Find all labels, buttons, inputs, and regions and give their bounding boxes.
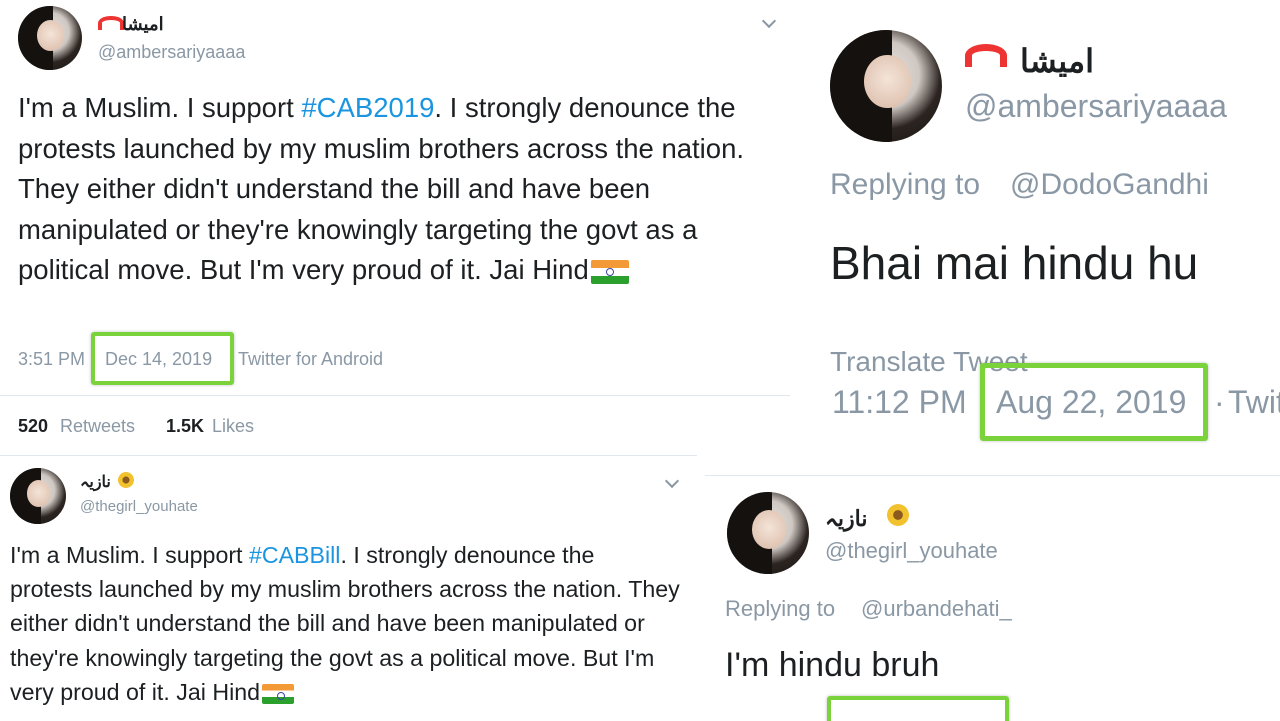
india-flag-emoji-icon — [590, 259, 629, 284]
tweet-source-link[interactable]: Twit — [1228, 384, 1280, 421]
avatar[interactable] — [830, 30, 942, 142]
retweets-label[interactable]: Retweets — [60, 416, 135, 437]
user-handle[interactable]: @ambersariyaaaa — [965, 88, 1227, 125]
rainbow-emoji-icon — [98, 16, 124, 30]
user-handle[interactable]: @ambersariyaaaa — [98, 42, 245, 63]
date-highlight-box — [827, 696, 1009, 721]
tweet-text: Bhai mai hindu hu — [830, 237, 1199, 289]
avatar[interactable] — [727, 492, 809, 574]
chevron-down-icon[interactable] — [664, 473, 680, 489]
separator-dot: · — [1214, 384, 1225, 420]
replying-to-link[interactable]: @urbandehati_ — [861, 596, 1012, 622]
avatar[interactable] — [10, 468, 66, 524]
tweet-text-start: I'm a Muslim. I support — [10, 542, 249, 568]
divider — [0, 395, 790, 396]
tweet-panel-bottom-left: نازیہ @thegirl_youhate I'm a Muslim. I s… — [0, 455, 697, 721]
tweet-text: I'm a Muslim. I support #CABBill. I stro… — [10, 538, 680, 709]
retweets-count[interactable]: 520 — [18, 416, 48, 437]
tweet-panel-top-left: امیشا @ambersariyaaaa I'm a Muslim. I su… — [0, 0, 790, 455]
likes-count[interactable]: 1.5K — [166, 416, 204, 437]
tweet-text: I'm hindu bruh — [725, 646, 940, 684]
tweet-text: I'm a Muslim. I support #CAB2019. I stro… — [18, 88, 778, 291]
avatar[interactable] — [18, 6, 82, 70]
display-name[interactable]: امیشا — [1020, 42, 1094, 80]
india-flag-emoji-icon — [262, 683, 295, 704]
tweet-time[interactable]: 11:12 PM — [832, 384, 967, 421]
date-highlight-box — [980, 363, 1208, 441]
rainbow-emoji-icon — [965, 44, 1007, 67]
hashtag-link[interactable]: #CABBill — [249, 542, 341, 568]
display-name[interactable]: امیشا — [122, 14, 164, 35]
replying-to-label: Replying to — [725, 596, 836, 621]
display-name[interactable]: نازیہ — [80, 472, 111, 492]
tweet-panel-top-right: امیشا @ambersariyaaaa Replying to @DodoG… — [800, 8, 1280, 463]
tweet-text-start: I'm a Muslim. I support — [18, 92, 302, 123]
sunflower-emoji-icon — [887, 504, 909, 526]
tweet-time[interactable]: 3:51 PM — [18, 349, 85, 370]
user-handle[interactable]: @thegirl_youhate — [80, 498, 198, 515]
user-handle[interactable]: @thegirl_youhate — [825, 538, 998, 564]
replying-to-label: Replying to — [830, 168, 981, 201]
chevron-down-icon[interactable] — [761, 13, 777, 29]
sunflower-emoji-icon — [118, 472, 134, 488]
display-name[interactable]: نازیہ — [825, 506, 867, 532]
tweet-source-link[interactable]: Twitter for Android — [238, 349, 383, 370]
replying-to-link[interactable]: @DodoGandhi — [1010, 168, 1209, 202]
tweet-panel-bottom-right: نازیہ @thegirl_youhate Replying to @urba… — [705, 475, 1280, 721]
hashtag-link[interactable]: #CAB2019 — [301, 92, 434, 123]
likes-label[interactable]: Likes — [212, 416, 254, 437]
date-highlight-box — [91, 332, 234, 385]
